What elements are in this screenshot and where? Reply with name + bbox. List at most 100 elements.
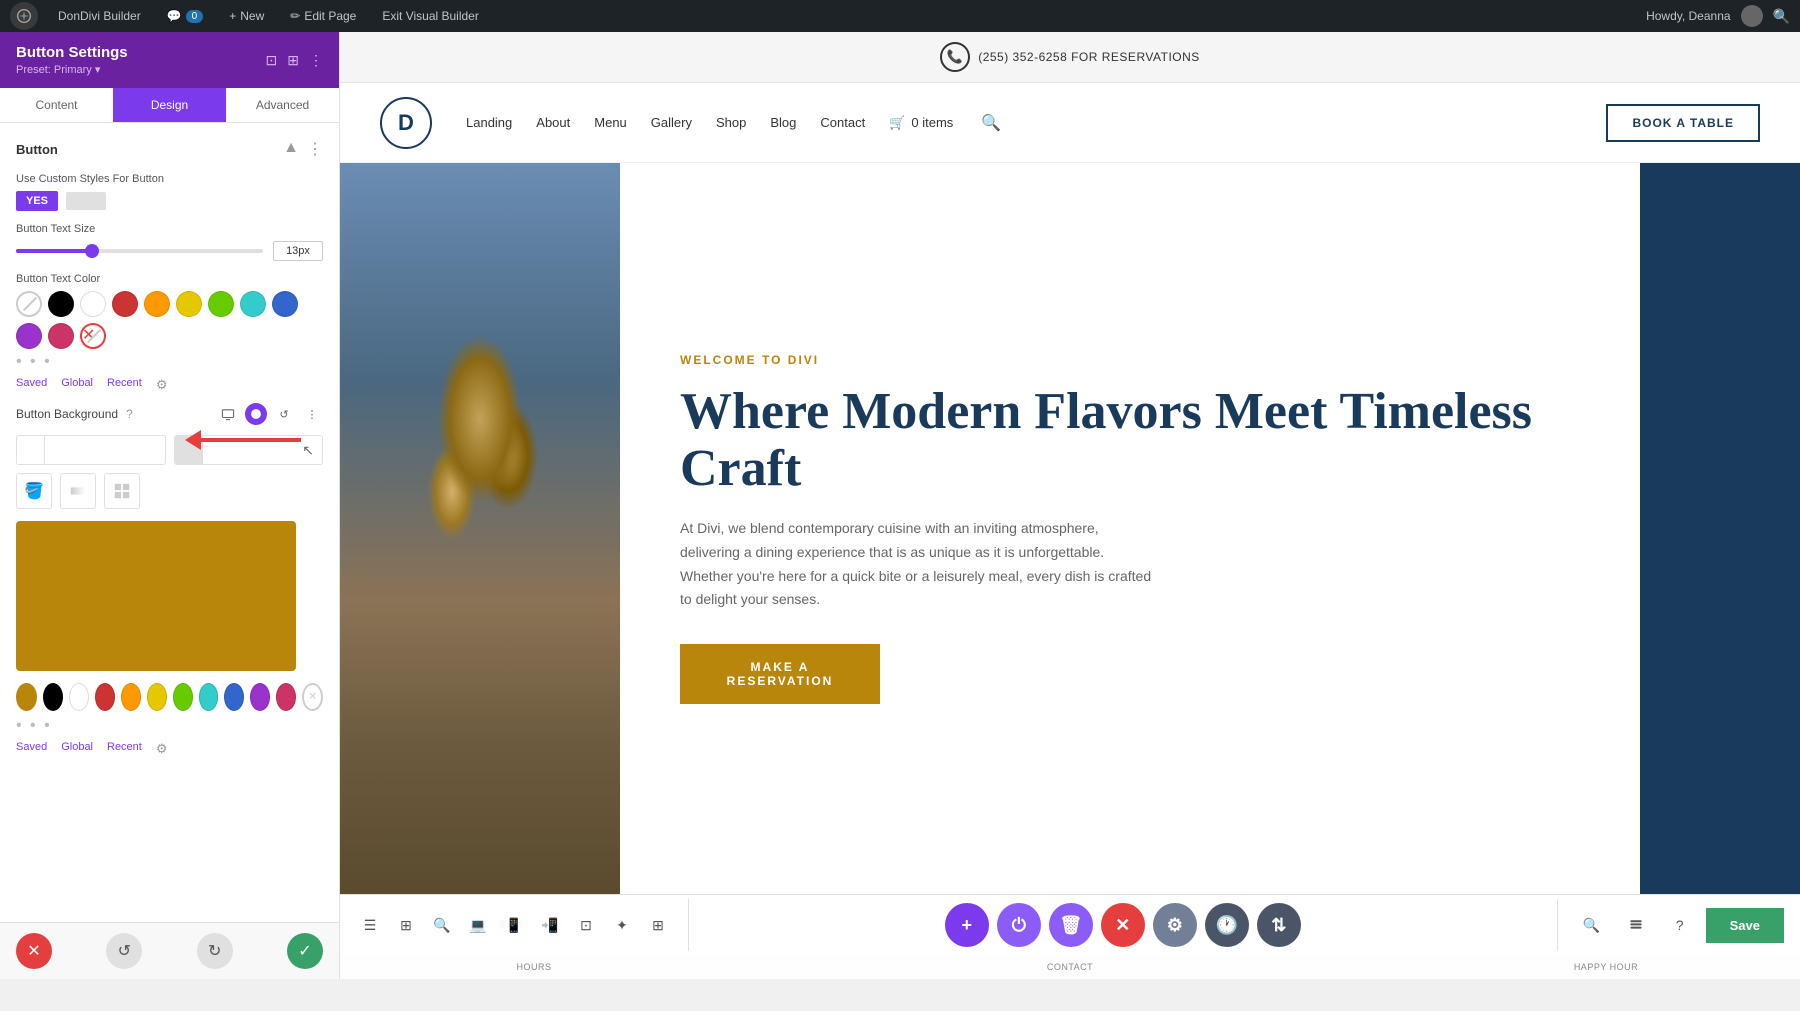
color-swatch-teal[interactable] xyxy=(240,291,266,317)
bg-help-icon[interactable]: ? xyxy=(126,407,133,421)
user-avatar[interactable] xyxy=(1741,5,1763,27)
bottom-swatch-ltgreen[interactable] xyxy=(173,683,193,711)
power-button[interactable]: ⏻ xyxy=(997,903,1041,947)
delete-button[interactable]: 🗑 xyxy=(1049,903,1093,947)
nav-contact[interactable]: Contact xyxy=(820,115,865,130)
toggle-box[interactable] xyxy=(66,192,106,210)
panel-icon-desktop[interactable]: ⊡ xyxy=(266,52,278,69)
layers-icon[interactable] xyxy=(1618,907,1654,943)
color-input-field-1[interactable] xyxy=(45,444,166,456)
bottom-swatch-white[interactable] xyxy=(69,683,89,711)
color-swatch-blue[interactable] xyxy=(272,291,298,317)
fill-paint-icon[interactable]: 🪣 xyxy=(16,473,52,509)
nav-about[interactable]: About xyxy=(536,115,570,130)
nav-shop[interactable]: Shop xyxy=(716,115,746,130)
color-swatch-red[interactable] xyxy=(112,291,138,317)
bottom-swatch-red[interactable] xyxy=(95,683,115,711)
new-item[interactable]: + New xyxy=(223,9,270,23)
book-table-button[interactable]: BOOK A TABLE xyxy=(1606,104,1760,142)
color-swatch-transparent[interactable] xyxy=(16,291,42,317)
edit-page-item[interactable]: ✏ Edit Page xyxy=(284,9,362,23)
toolbar-grid-icon[interactable]: ⊞ xyxy=(640,907,676,943)
wp-logo-icon[interactable] xyxy=(10,2,38,30)
bg-icon-more[interactable]: ⋮ xyxy=(301,403,323,425)
confirm-button[interactable]: ✓ xyxy=(287,933,323,969)
section-collapse-icon[interactable]: ▲ xyxy=(283,139,299,159)
site-logo[interactable]: D xyxy=(380,97,432,149)
save-button[interactable]: Save xyxy=(1706,908,1784,943)
comments-item[interactable]: 💬 0 xyxy=(161,9,210,23)
close-module-button[interactable]: ✕ xyxy=(1101,903,1145,947)
nav-cart[interactable]: 🛒 0 items xyxy=(889,115,953,131)
color-global[interactable]: Global xyxy=(61,377,93,393)
site-name-bar[interactable]: DonDivi Builder xyxy=(52,9,147,23)
exit-visual-builder[interactable]: Exit Visual Builder xyxy=(376,9,485,23)
bottom-swatch-orange[interactable] xyxy=(121,683,141,711)
toolbar-grid-magic-icon[interactable]: ✦ xyxy=(604,907,640,943)
dots-more[interactable]: • • • xyxy=(16,353,323,371)
nav-menu[interactable]: Menu xyxy=(594,115,627,130)
help-icon[interactable]: ? xyxy=(1662,907,1698,943)
toolbar-desktop-icon[interactable]: 💻 xyxy=(460,907,496,943)
panel-icon-columns[interactable]: ⊞ xyxy=(287,52,299,69)
bottom-swatch-custom[interactable] xyxy=(302,683,323,711)
bottom-swatch-yellow[interactable] xyxy=(147,683,167,711)
bottom-swatch-blue[interactable] xyxy=(224,683,244,711)
tab-advanced[interactable]: Advanced xyxy=(226,88,339,122)
color-swatch-green[interactable] xyxy=(208,291,234,317)
bottom-dots-more[interactable]: • • • xyxy=(16,717,323,735)
tab-design[interactable]: Design xyxy=(113,88,226,122)
bottom-settings-icon[interactable]: ⚙ xyxy=(156,741,168,757)
cancel-button[interactable]: ✕ xyxy=(16,933,52,969)
color-saved[interactable]: Saved xyxy=(16,377,47,393)
settings-module-button[interactable]: ⚙ xyxy=(1153,903,1197,947)
color-swatch-custom[interactable]: ✕ xyxy=(80,323,106,349)
fill-gradient-icon[interactable] xyxy=(60,473,96,509)
search-toolbar-icon[interactable]: 🔍 xyxy=(1574,907,1610,943)
toolbar-mobile-icon[interactable]: 📲 xyxy=(532,907,568,943)
bg-icon-active[interactable] xyxy=(245,403,267,425)
make-reservation-button[interactable]: MAKE A RESERVATION xyxy=(680,644,880,704)
nav-search-icon[interactable]: 🔍 xyxy=(981,113,1001,133)
panel-icon-more[interactable]: ⋮ xyxy=(309,52,323,69)
panel-preset[interactable]: Preset: Primary ▾ xyxy=(16,63,128,76)
toolbar-search-icon[interactable]: 🔍 xyxy=(424,907,460,943)
bottom-recent[interactable]: Recent xyxy=(107,741,142,757)
color-recent[interactable]: Recent xyxy=(107,377,142,393)
fill-pattern-icon[interactable] xyxy=(104,473,140,509)
slider-thumb[interactable] xyxy=(85,244,99,258)
undo-button[interactable]: ↺ xyxy=(106,933,142,969)
toggle-yes-btn[interactable]: YES xyxy=(16,191,58,211)
bottom-swatch-pink[interactable] xyxy=(276,683,296,711)
text-size-value[interactable]: 13px xyxy=(273,241,323,261)
bg-icon-undo[interactable]: ↺ xyxy=(273,403,295,425)
nav-gallery[interactable]: Gallery xyxy=(651,115,692,130)
swap-button[interactable]: ⇅ xyxy=(1257,903,1301,947)
color-input-box-1[interactable] xyxy=(16,435,166,465)
admin-search-icon[interactable]: 🔍 xyxy=(1773,8,1790,25)
color-swatch-black[interactable] xyxy=(48,291,74,317)
color-swatch-pink[interactable] xyxy=(48,323,74,349)
bottom-swatch-purple[interactable] xyxy=(250,683,270,711)
redo-button[interactable]: ↻ xyxy=(197,933,233,969)
section-more-icon[interactable]: ⋮ xyxy=(307,139,323,159)
nav-blog[interactable]: Blog xyxy=(770,115,796,130)
bottom-saved[interactable]: Saved xyxy=(16,741,47,757)
bottom-swatch-gold[interactable] xyxy=(16,683,37,711)
tab-content[interactable]: Content xyxy=(0,88,113,122)
clock-button[interactable]: 🕐 xyxy=(1205,903,1249,947)
bottom-swatch-teal[interactable] xyxy=(199,683,219,711)
nav-landing[interactable]: Landing xyxy=(466,115,512,130)
toolbar-sections-icon[interactable]: ☰ xyxy=(352,907,388,943)
color-input-box-2[interactable]: ↖ xyxy=(174,435,324,465)
toolbar-selection-icon[interactable]: ⊡ xyxy=(568,907,604,943)
color-swatch-yellow[interactable] xyxy=(176,291,202,317)
bg-icon-desktop[interactable] xyxy=(217,403,239,425)
text-size-slider[interactable] xyxy=(16,249,263,253)
color-swatch-purple[interactable] xyxy=(16,323,42,349)
toolbar-columns-icon[interactable]: ⊞ xyxy=(388,907,424,943)
add-module-button[interactable]: + xyxy=(945,903,989,947)
toolbar-tablet-icon[interactable]: 📱 xyxy=(496,907,532,943)
color-swatch-orange[interactable] xyxy=(144,291,170,317)
color-settings-icon[interactable]: ⚙ xyxy=(156,377,168,393)
